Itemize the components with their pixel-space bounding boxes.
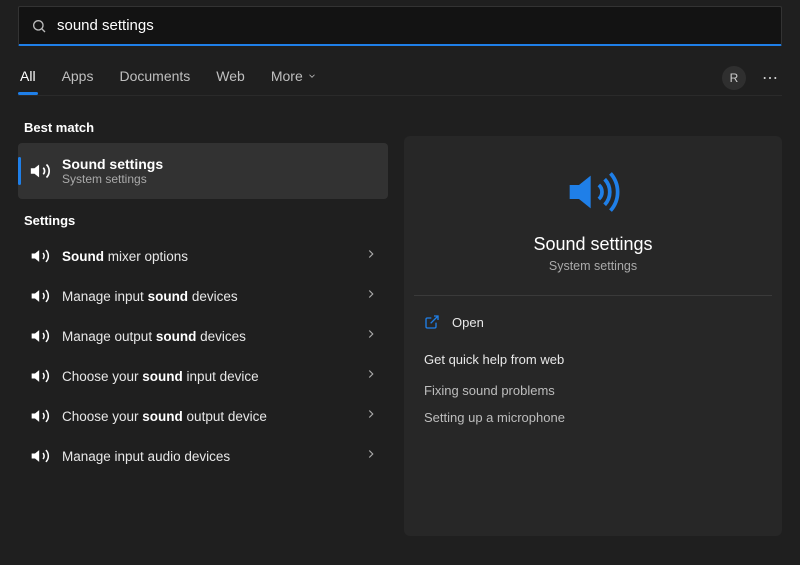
speaker-icon: [18, 246, 62, 266]
settings-result[interactable]: Manage input audio devices: [18, 436, 388, 476]
search-bar[interactable]: [18, 6, 782, 46]
result-label: Manage input sound devices: [62, 289, 364, 304]
settings-result[interactable]: Sound mixer options: [18, 236, 388, 276]
result-label: Choose your sound output device: [62, 409, 364, 424]
speaker-icon: [29, 160, 51, 182]
tab-more[interactable]: More: [269, 62, 319, 94]
chevron-right-icon: [364, 287, 378, 306]
chevron-right-icon: [364, 367, 378, 386]
result-label: Manage output sound devices: [62, 329, 364, 344]
speaker-icon: [18, 326, 62, 346]
settings-result[interactable]: Manage input sound devices: [18, 276, 388, 316]
best-match-result[interactable]: Sound settings System settings: [18, 143, 388, 199]
chevron-right-icon: [364, 407, 378, 426]
search-icon: [31, 18, 47, 34]
tab-all[interactable]: All: [18, 62, 38, 94]
result-label: Sound mixer options: [62, 249, 364, 264]
settings-result[interactable]: Choose your sound input device: [18, 356, 388, 396]
chevron-down-icon: [307, 71, 317, 81]
chevron-right-icon: [364, 327, 378, 346]
settings-result[interactable]: Choose your sound output device: [18, 396, 388, 436]
open-icon: [424, 314, 440, 330]
overflow-menu[interactable]: ⋯: [758, 64, 782, 92]
help-link[interactable]: Setting up a microphone: [418, 404, 768, 431]
divider: [414, 295, 772, 296]
open-label: Open: [452, 315, 484, 330]
chevron-right-icon: [364, 447, 378, 466]
speaker-icon: [18, 406, 62, 426]
search-input[interactable]: [47, 7, 769, 44]
open-action[interactable]: Open: [418, 310, 768, 334]
chevron-right-icon: [364, 247, 378, 266]
best-match-subtitle: System settings: [62, 172, 163, 186]
speaker-large-icon: [565, 164, 621, 220]
filter-tabs: All Apps Documents Web More R ⋯: [18, 60, 782, 96]
speaker-icon: [18, 446, 62, 466]
preview-title: Sound settings: [418, 234, 768, 255]
result-label: Choose your sound input device: [62, 369, 364, 384]
results-column: Best match Sound settings System setting…: [18, 106, 388, 536]
tab-apps[interactable]: Apps: [60, 62, 96, 94]
tab-web[interactable]: Web: [214, 62, 247, 94]
help-header: Get quick help from web: [424, 352, 768, 367]
result-label: Manage input audio devices: [62, 449, 364, 464]
user-avatar[interactable]: R: [722, 66, 746, 90]
preview-subtitle: System settings: [418, 259, 768, 273]
settings-result[interactable]: Manage output sound devices: [18, 316, 388, 356]
tab-documents[interactable]: Documents: [117, 62, 192, 94]
settings-header: Settings: [24, 213, 388, 228]
best-match-title: Sound settings: [62, 156, 163, 172]
speaker-icon: [18, 366, 62, 386]
best-match-header: Best match: [24, 120, 388, 135]
help-link[interactable]: Fixing sound problems: [418, 377, 768, 404]
speaker-icon: [18, 286, 62, 306]
preview-pane: Sound settings System settings Open Get …: [404, 136, 782, 536]
